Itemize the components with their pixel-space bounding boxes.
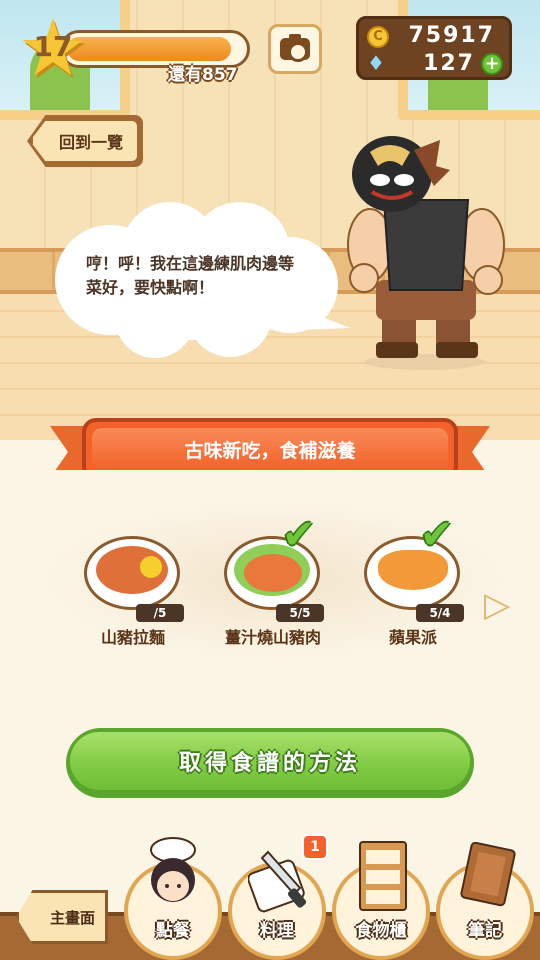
home-button[interactable]: 主畫面 [16,890,108,944]
exp-bar-fill [67,37,231,61]
currency-panel: C 75917 ♦ 127 + [356,16,512,80]
pork-icon [244,554,302,592]
wrestler-icon [347,136,505,370]
chef-girl-icon [150,837,196,902]
nav-tab-label: 料理 [260,921,294,941]
nav-tab-pantry[interactable]: 食物櫃 [332,841,430,960]
shelf-icon [359,841,407,911]
add-gems-button[interactable]: + [481,53,503,75]
next-page-arrow-icon[interactable]: ▷ [484,586,510,624]
nav-tab-label: 筆記 [468,921,502,941]
wrestler-customer[interactable] [340,130,510,370]
nav-tab-notebook[interactable]: 筆記 [436,842,534,960]
banner-title: 古味新吃，食補滋養 [92,428,448,470]
nav-tab-label: 點餐 [156,921,190,941]
completed-check-icon: ✔ [282,512,316,558]
completed-check-icon: ✔ [420,512,454,558]
coin-icon: C [367,26,389,48]
dish-item-ramen[interactable]: /5 山豬拉麵 [78,528,188,648]
nav-tab-cooking[interactable]: 料理 [228,850,326,960]
camera-button[interactable] [268,24,322,74]
nav-tab-label: 食物櫃 [355,921,407,941]
exp-remaining-label: 還有857 [168,65,238,85]
customer-speech-text: 哼！呼！我在這邊練肌肉邊等菜好，要快點啊！ [86,254,295,297]
notebook-icon [460,842,516,907]
dish-count: 5/5 [276,604,324,622]
dish-name: 蘋果派 [388,628,437,647]
camera-icon [280,34,310,62]
level-number: 17 [33,30,73,63]
dish-name: 薑汁燒山豬肉 [224,628,321,647]
back-to-list-button[interactable]: 回到一覽 [30,118,140,164]
coin-count: 75917 [408,23,495,48]
dish-name: 山豬拉麵 [100,628,165,647]
nav-tab-order[interactable]: 點餐 [124,837,222,960]
dish-count: /5 [136,604,184,622]
recipe-button-label: 取得食譜的方法 [70,732,470,790]
dish-count: 5/4 [416,604,464,622]
how-to-get-recipe-button[interactable]: 取得食譜的方法 [66,728,474,798]
corn-icon [140,556,162,578]
gem-count: 127 [423,51,475,76]
cooking-notification-badge: 1 [302,834,328,860]
diamond-icon: ♦ [367,51,385,75]
